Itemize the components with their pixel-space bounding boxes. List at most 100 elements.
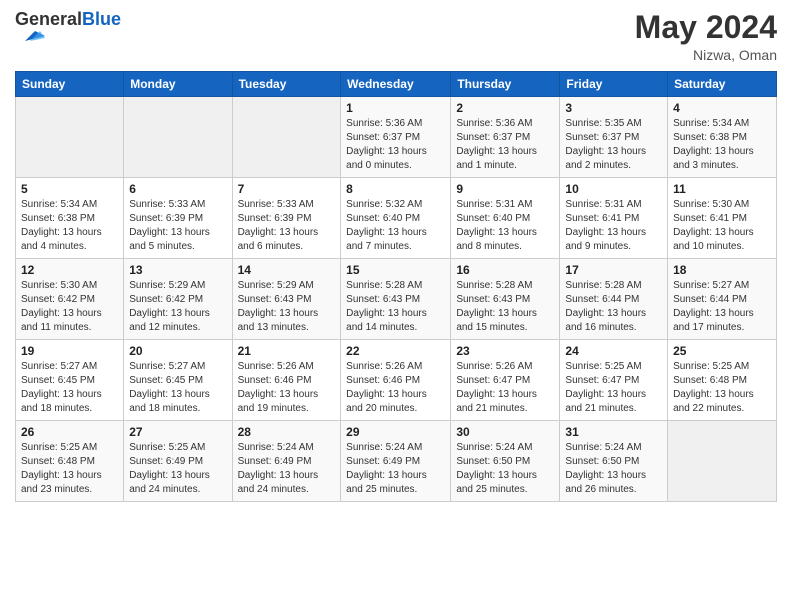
day-info: Sunrise: 5:29 AMSunset: 6:43 PMDaylight:… xyxy=(238,279,336,335)
calendar-cell: 12Sunrise: 5:30 AMSunset: 6:42 PMDayligh… xyxy=(16,259,124,340)
day-number: 23 xyxy=(456,344,554,358)
calendar-week-row-4: 19Sunrise: 5:27 AMSunset: 6:45 PMDayligh… xyxy=(16,340,777,421)
day-number: 18 xyxy=(673,263,771,277)
day-number: 3 xyxy=(565,101,662,115)
day-info: Sunrise: 5:35 AMSunset: 6:37 PMDaylight:… xyxy=(565,117,662,173)
calendar-week-row-2: 5Sunrise: 5:34 AMSunset: 6:38 PMDaylight… xyxy=(16,178,777,259)
calendar-cell xyxy=(124,97,232,178)
day-info: Sunrise: 5:32 AMSunset: 6:40 PMDaylight:… xyxy=(346,198,445,254)
day-number: 6 xyxy=(129,182,226,196)
calendar-cell: 17 Sunrise: 5:28 AMSunset: 6:44 PMDayligh… xyxy=(560,259,668,340)
calendar-cell: 18 Sunrise: 5:27 AMSunset: 6:44 PMDayligh… xyxy=(668,259,777,340)
calendar-cell: 11Sunrise: 5:30 AMSunset: 6:41 PMDayligh… xyxy=(668,178,777,259)
calendar-cell: 20Sunrise: 5:27 AMSunset: 6:45 PMDayligh… xyxy=(124,340,232,421)
calendar-cell: 15 Sunrise: 5:28 AMSunset: 6:43 PMDayligh… xyxy=(341,259,451,340)
day-info: Sunrise: 5:24 AMSunset: 6:50 PMDaylight:… xyxy=(456,441,554,497)
day-number: 2 xyxy=(456,101,554,115)
day-number: 1 xyxy=(346,101,445,115)
day-number: 17 xyxy=(565,263,662,277)
day-info: Sunrise: 5:28 AMSunset: 6:44 PMDaylight:… xyxy=(565,279,662,335)
day-number: 24 xyxy=(565,344,662,358)
day-info: Sunrise: 5:26 AMSunset: 6:46 PMDaylight:… xyxy=(346,360,445,416)
day-number: 31 xyxy=(565,425,662,439)
page: GeneralBlue May 2024 Nizwa, Oman Sunday … xyxy=(0,0,792,612)
day-info: Sunrise: 5:27 AMSunset: 6:44 PMDaylight:… xyxy=(673,279,771,335)
day-info: Sunrise: 5:29 AMSunset: 6:42 PMDaylight:… xyxy=(129,279,226,335)
calendar-cell: 27Sunrise: 5:25 AMSunset: 6:49 PMDayligh… xyxy=(124,421,232,502)
calendar-cell: 1 Sunrise: 5:36 AMSunset: 6:37 PMDaylight… xyxy=(341,97,451,178)
calendar-cell: 30Sunrise: 5:24 AMSunset: 6:50 PMDayligh… xyxy=(451,421,560,502)
calendar-week-row-5: 26 Sunrise: 5:25 AMSunset: 6:48 PMDayligh… xyxy=(16,421,777,502)
day-number: 8 xyxy=(346,182,445,196)
day-number: 16 xyxy=(456,263,554,277)
calendar-week-row-1: 1 Sunrise: 5:36 AMSunset: 6:37 PMDaylight… xyxy=(16,97,777,178)
day-number: 15 xyxy=(346,263,445,277)
day-info: Sunrise: 5:31 AMSunset: 6:40 PMDaylight:… xyxy=(456,198,554,254)
day-number: 14 xyxy=(238,263,336,277)
day-number: 13 xyxy=(129,263,226,277)
calendar-cell: 10 Sunrise: 5:31 AMSunset: 6:41 PMDayligh… xyxy=(560,178,668,259)
col-tuesday: Tuesday xyxy=(232,72,341,97)
col-wednesday: Wednesday xyxy=(341,72,451,97)
day-info: Sunrise: 5:36 AMSunset: 6:37 PMDaylight:… xyxy=(456,117,554,173)
calendar-cell: 16 Sunrise: 5:28 AMSunset: 6:43 PMDayligh… xyxy=(451,259,560,340)
day-info: Sunrise: 5:31 AMSunset: 6:41 PMDaylight:… xyxy=(565,198,662,254)
logo: GeneralBlue xyxy=(15,10,121,46)
day-info: Sunrise: 5:24 AMSunset: 6:49 PMDaylight:… xyxy=(346,441,445,497)
day-number: 9 xyxy=(456,182,554,196)
day-number: 25 xyxy=(673,344,771,358)
calendar-cell: 22 Sunrise: 5:26 AMSunset: 6:46 PMDayligh… xyxy=(341,340,451,421)
day-info: Sunrise: 5:24 AMSunset: 6:49 PMDaylight:… xyxy=(238,441,336,497)
col-monday: Monday xyxy=(124,72,232,97)
day-info: Sunrise: 5:34 AMSunset: 6:38 PMDaylight:… xyxy=(21,198,118,254)
calendar-cell xyxy=(668,421,777,502)
calendar-table: Sunday Monday Tuesday Wednesday Thursday… xyxy=(15,71,777,502)
calendar-cell: 14 Sunrise: 5:29 AMSunset: 6:43 PMDayligh… xyxy=(232,259,341,340)
day-number: 4 xyxy=(673,101,771,115)
month-title: May 2024 xyxy=(635,10,777,45)
col-thursday: Thursday xyxy=(451,72,560,97)
day-info: Sunrise: 5:27 AMSunset: 6:45 PMDaylight:… xyxy=(129,360,226,416)
calendar-cell: 19Sunrise: 5:27 AMSunset: 6:45 PMDayligh… xyxy=(16,340,124,421)
day-number: 28 xyxy=(238,425,336,439)
calendar-cell: 6Sunrise: 5:33 AMSunset: 6:39 PMDaylight… xyxy=(124,178,232,259)
calendar-cell: 7 Sunrise: 5:33 AMSunset: 6:39 PMDaylight… xyxy=(232,178,341,259)
day-number: 12 xyxy=(21,263,118,277)
col-sunday: Sunday xyxy=(16,72,124,97)
day-info: Sunrise: 5:25 AMSunset: 6:48 PMDaylight:… xyxy=(21,441,118,497)
col-friday: Friday xyxy=(560,72,668,97)
day-info: Sunrise: 5:34 AMSunset: 6:38 PMDaylight:… xyxy=(673,117,771,173)
calendar-cell: 4 Sunrise: 5:34 AMSunset: 6:38 PMDaylight… xyxy=(668,97,777,178)
day-info: Sunrise: 5:36 AMSunset: 6:37 PMDaylight:… xyxy=(346,117,445,173)
calendar-cell: 21 Sunrise: 5:26 AMSunset: 6:46 PMDayligh… xyxy=(232,340,341,421)
day-number: 10 xyxy=(565,182,662,196)
calendar-cell: 25 Sunrise: 5:25 AMSunset: 6:48 PMDayligh… xyxy=(668,340,777,421)
day-info: Sunrise: 5:33 AMSunset: 6:39 PMDaylight:… xyxy=(238,198,336,254)
calendar-cell: 29Sunrise: 5:24 AMSunset: 6:49 PMDayligh… xyxy=(341,421,451,502)
day-info: Sunrise: 5:28 AMSunset: 6:43 PMDaylight:… xyxy=(346,279,445,335)
day-info: Sunrise: 5:26 AMSunset: 6:47 PMDaylight:… xyxy=(456,360,554,416)
col-saturday: Saturday xyxy=(668,72,777,97)
day-info: Sunrise: 5:27 AMSunset: 6:45 PMDaylight:… xyxy=(21,360,118,416)
day-number: 22 xyxy=(346,344,445,358)
title-area: May 2024 Nizwa, Oman xyxy=(635,10,777,63)
day-number: 26 xyxy=(21,425,118,439)
day-info: Sunrise: 5:25 AMSunset: 6:48 PMDaylight:… xyxy=(673,360,771,416)
day-info: Sunrise: 5:28 AMSunset: 6:43 PMDaylight:… xyxy=(456,279,554,335)
header: GeneralBlue May 2024 Nizwa, Oman xyxy=(15,10,777,63)
day-number: 21 xyxy=(238,344,336,358)
calendar-cell: 5Sunrise: 5:34 AMSunset: 6:38 PMDaylight… xyxy=(16,178,124,259)
calendar-header-row: Sunday Monday Tuesday Wednesday Thursday… xyxy=(16,72,777,97)
calendar-cell: 26 Sunrise: 5:25 AMSunset: 6:48 PMDayligh… xyxy=(16,421,124,502)
calendar-cell: 13 Sunrise: 5:29 AMSunset: 6:42 PMDayligh… xyxy=(124,259,232,340)
logo-text: GeneralBlue xyxy=(15,10,121,46)
calendar-week-row-3: 12Sunrise: 5:30 AMSunset: 6:42 PMDayligh… xyxy=(16,259,777,340)
day-info: Sunrise: 5:26 AMSunset: 6:46 PMDaylight:… xyxy=(238,360,336,416)
day-info: Sunrise: 5:25 AMSunset: 6:49 PMDaylight:… xyxy=(129,441,226,497)
day-info: Sunrise: 5:25 AMSunset: 6:47 PMDaylight:… xyxy=(565,360,662,416)
calendar-cell xyxy=(16,97,124,178)
calendar-cell: 9 Sunrise: 5:31 AMSunset: 6:40 PMDaylight… xyxy=(451,178,560,259)
calendar-cell: 3 Sunrise: 5:35 AMSunset: 6:37 PMDaylight… xyxy=(560,97,668,178)
day-info: Sunrise: 5:24 AMSunset: 6:50 PMDaylight:… xyxy=(565,441,662,497)
day-number: 7 xyxy=(238,182,336,196)
